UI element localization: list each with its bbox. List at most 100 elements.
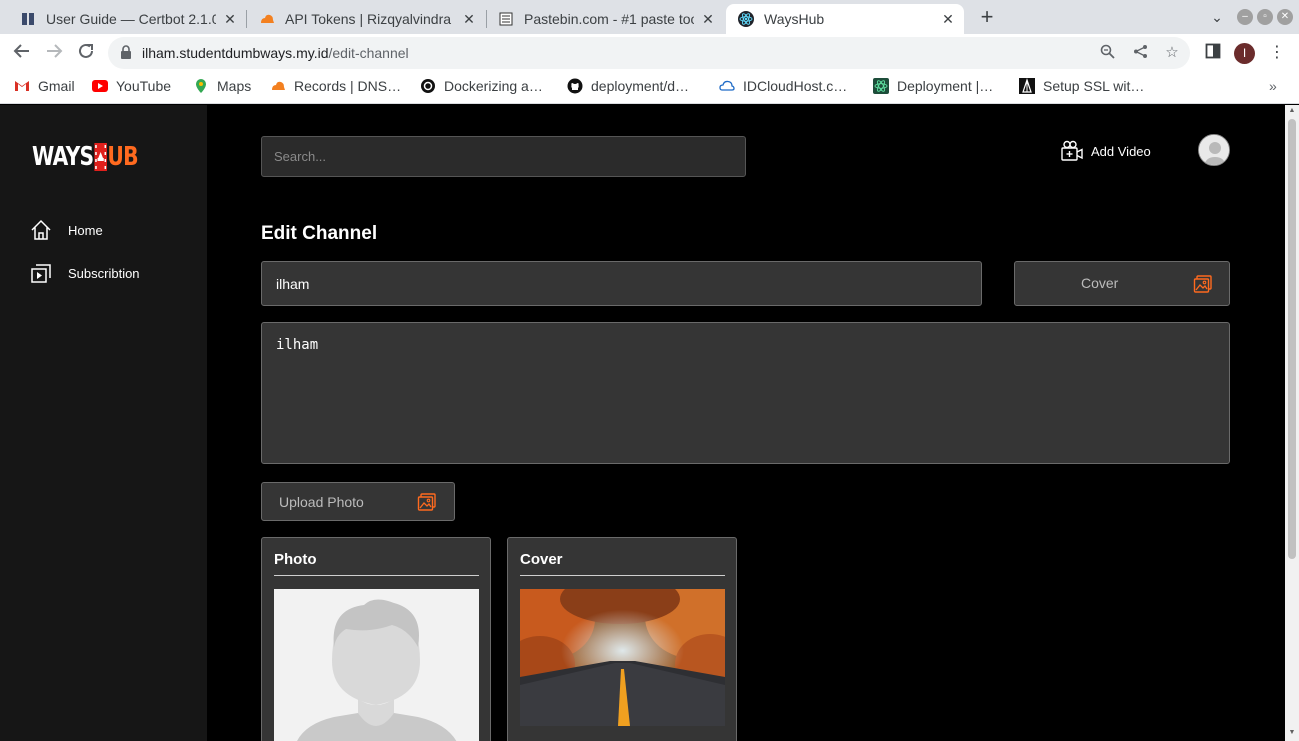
reload-icon[interactable] [75, 42, 97, 64]
youtube-icon [92, 78, 108, 94]
browser-tab[interactable]: User Guide — Certbot 2.1.0 ✕ [8, 4, 246, 34]
tab-title: User Guide — Certbot 2.1.0 [46, 11, 216, 27]
bookmark-youtube[interactable]: YouTube [92, 78, 171, 94]
home-icon [31, 219, 51, 240]
app-page: WAYS UB Home Subscribtion Add Video Edit… [0, 105, 1285, 741]
sidebar: WAYS UB Home Subscribtion [0, 105, 207, 741]
url-host: ilham.studentdumbways.my.id [142, 45, 329, 61]
channel-description-input[interactable]: ilham [261, 322, 1230, 464]
image-upload-icon [417, 493, 436, 511]
share-icon[interactable] [1131, 44, 1149, 62]
tab-title: Pastebin.com - #1 paste tool [524, 11, 694, 27]
menu-dots-icon[interactable]: ⋮ [1266, 42, 1288, 64]
side-panel-icon[interactable] [1202, 42, 1224, 64]
bookmark-deployment[interactable]: Deployment |… [873, 78, 993, 94]
wayshub-logo[interactable]: WAYS UB [32, 141, 139, 173]
bookmark-label: Gmail [38, 78, 75, 94]
address-bar[interactable]: ilham.studentdumbways.my.id/edit-channel… [108, 37, 1190, 69]
close-icon[interactable]: ✕ [461, 11, 477, 27]
browser-tab-bar: User Guide — Certbot 2.1.0 ✕ API Tokens … [0, 0, 1299, 34]
channel-name-input[interactable] [261, 261, 982, 306]
bookmark-label: Maps [217, 78, 252, 94]
photo-preview-image [274, 589, 479, 741]
upload-photo-label: Upload Photo [279, 494, 364, 510]
bookmark-label: Dockerizing a… [444, 78, 543, 94]
upload-photo-button[interactable]: Upload Photo [261, 482, 455, 521]
bookmark-label: deployment/d… [591, 78, 690, 94]
browser-toolbar: ilham.studentdumbways.my.id/edit-channel… [0, 34, 1299, 72]
profile-avatar[interactable]: I [1234, 43, 1255, 64]
circle-icon [420, 78, 436, 94]
user-avatar-icon [1199, 135, 1229, 165]
bookmark-label: IDCloudHost.c… [743, 78, 848, 94]
tab-search-icon[interactable]: ⌄ [1209, 9, 1225, 25]
add-video-label: Add Video [1091, 143, 1151, 159]
card-divider [274, 575, 479, 576]
bookmark-idcloudhost[interactable]: IDCloudHost.c… [719, 78, 847, 94]
logo-text-ub: UB [107, 142, 138, 172]
bookmark-maps[interactable]: Maps [193, 78, 251, 94]
bookmarks-overflow-icon[interactable]: » [1269, 78, 1277, 94]
photo-preview-card: Photo [261, 537, 491, 741]
cover-preview-image [520, 589, 725, 726]
search-input[interactable] [261, 136, 746, 177]
minimize-icon[interactable]: – [1237, 9, 1253, 25]
forward-icon[interactable] [43, 42, 65, 64]
card-divider [520, 575, 725, 576]
bookmark-label: YouTube [116, 78, 172, 94]
window-close-icon[interactable]: ✕ [1277, 9, 1293, 25]
browser-tab-active[interactable]: WaysHub ✕ [726, 4, 964, 34]
bookmark-star-icon[interactable]: ☆ [1163, 44, 1181, 62]
close-icon[interactable]: ✕ [940, 11, 956, 27]
page-title: Edit Channel [261, 223, 378, 244]
scroll-down-icon[interactable]: ▼ [1288, 729, 1296, 737]
cover-preview-card: Cover [507, 537, 737, 741]
cover-upload-button[interactable]: Cover [1014, 261, 1230, 306]
scroll-up-icon[interactable]: ▲ [1288, 107, 1296, 115]
gmail-icon [14, 78, 30, 94]
react-icon [738, 11, 754, 27]
sidebar-item-home[interactable]: Home [30, 219, 103, 241]
add-video-button[interactable]: Add Video [1061, 140, 1151, 162]
bookmarks-bar: Gmail YouTube Maps Records | DNS… Docker… [0, 72, 1299, 104]
card-title: Cover [520, 551, 563, 568]
video-camera-add-icon [1061, 140, 1083, 161]
page-scrollbar[interactable]: ▲ ▼ [1285, 105, 1299, 741]
bookmark-deployment-github[interactable]: deployment/d… [567, 78, 689, 94]
new-tab-icon[interactable]: + [977, 6, 997, 28]
url-path: /edit-channel [328, 45, 409, 61]
close-icon[interactable]: ✕ [700, 11, 716, 27]
sidebar-item-subscription[interactable]: Subscribtion [30, 262, 140, 284]
react-icon [873, 78, 889, 94]
sidebar-item-label: Home [68, 222, 103, 238]
browser-tab[interactable]: API Tokens | Rizqyalvindra ✕ [247, 4, 485, 34]
bookmark-label: Setup SSL wit… [1043, 78, 1145, 94]
bookmark-label: Records | DNS… [294, 78, 402, 94]
subscription-icon [31, 264, 51, 283]
user-avatar[interactable] [1198, 134, 1230, 166]
maximize-icon[interactable]: ▫ [1257, 9, 1273, 25]
tower-icon [1019, 78, 1035, 94]
scrollbar-thumb[interactable] [1288, 119, 1296, 559]
bookmark-setup-ssl[interactable]: Setup SSL wit… [1019, 78, 1144, 94]
idcloudhost-icon [719, 78, 735, 94]
maps-icon [193, 78, 209, 94]
tab-title: API Tokens | Rizqyalvindra [285, 11, 452, 27]
pastebin-icon [498, 11, 514, 27]
back-icon[interactable] [11, 42, 33, 64]
sidebar-item-label: Subscribtion [68, 265, 140, 281]
cloudflare-icon [270, 78, 286, 94]
cloudflare-icon [259, 11, 275, 27]
lock-icon [120, 45, 134, 61]
tab-title: WaysHub [764, 11, 825, 27]
book-icon [20, 11, 36, 27]
bookmark-label: Deployment |… [897, 78, 994, 94]
browser-tab[interactable]: Pastebin.com - #1 paste tool ✕ [486, 4, 724, 34]
url-text: ilham.studentdumbways.my.id/edit-channel [142, 45, 409, 61]
zoom-icon[interactable] [1098, 44, 1116, 62]
bookmark-records-dns[interactable]: Records | DNS… [270, 78, 401, 94]
bookmark-gmail[interactable]: Gmail [14, 78, 75, 94]
close-icon[interactable]: ✕ [222, 11, 238, 27]
bookmark-dockerizing[interactable]: Dockerizing a… [420, 78, 543, 94]
logo-h-film-icon [94, 143, 107, 171]
